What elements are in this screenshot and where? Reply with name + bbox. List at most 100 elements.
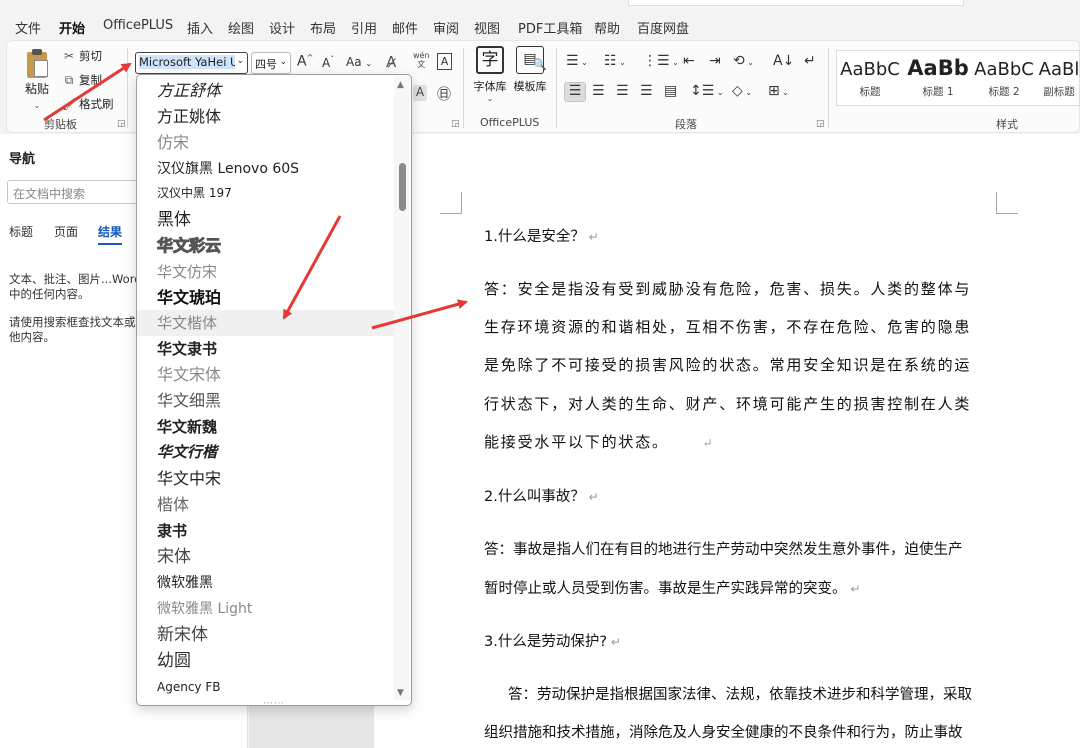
font-library-button[interactable]: 字 字体库 ⌄ <box>470 46 510 103</box>
font-option[interactable]: 汉仪旗黑 Lenovo 60S <box>137 156 395 182</box>
chinese-layout-icon[interactable]: ⟲ ⌄ <box>733 53 754 69</box>
bullets-icon[interactable]: ☰ ⌄ <box>566 53 588 69</box>
justify-icon[interactable]: ☰ <box>640 83 653 99</box>
document-line[interactable]: 2.什么叫事故？ ↵ <box>484 485 599 506</box>
template-library-button[interactable]: ▤ 🔍 模板库 <box>510 46 550 94</box>
character-border-icon[interactable]: A <box>437 53 452 70</box>
font-option[interactable]: 方正姚体 <box>137 104 395 130</box>
font-option[interactable]: 华文宋体 <box>137 362 395 388</box>
phonetic-guide-icon[interactable]: wén 文 <box>413 51 430 69</box>
font-option[interactable]: 华文楷体 <box>137 310 395 336</box>
document-line[interactable]: 能接受水平以下的状态。 ↵ <box>484 431 714 452</box>
font-option[interactable]: 楷体 <box>137 492 395 518</box>
nav-search-input[interactable]: 在文档中搜索 <box>7 180 147 204</box>
document-page[interactable] <box>374 134 1080 748</box>
font-option[interactable]: 黑体 <box>137 207 395 233</box>
tab-officeplus[interactable]: OfficePLUS <box>103 18 173 33</box>
font-list-scroll-thumb[interactable] <box>399 163 406 211</box>
tab-references[interactable]: 引用 <box>351 18 377 37</box>
change-case-button[interactable]: Aa ⌄ <box>346 55 372 69</box>
font-option[interactable]: 宋体 <box>137 544 395 570</box>
title-search-box[interactable] <box>628 0 964 6</box>
distributed-icon[interactable]: ▤ <box>664 83 677 99</box>
tab-insert[interactable]: 插入 <box>187 18 213 37</box>
document-line[interactable]: 答：安全是指没有受到威胁没有危险，危害、损失。人类的整体与 <box>484 278 971 299</box>
chevron-down-icon[interactable]: ⌄ <box>279 57 287 67</box>
tab-layout[interactable]: 布局 <box>310 18 336 37</box>
chevron-down-icon[interactable]: ⌄ <box>236 56 244 66</box>
borders-icon[interactable]: ⊞ ⌄ <box>768 83 789 99</box>
font-launcher-icon[interactable]: ◲ <box>451 119 460 129</box>
font-option[interactable]: 仿宋 <box>137 130 395 156</box>
clear-formatting-icon[interactable]: A̷ <box>386 53 396 71</box>
font-option[interactable]: 华文隶书 <box>137 336 395 362</box>
paste-dropdown-icon[interactable]: ⌄ <box>34 101 41 110</box>
nav-tab-pages[interactable]: 页面 <box>54 223 78 240</box>
enclose-characters-icon[interactable]: ㊐ <box>437 84 451 104</box>
font-option[interactable]: 方正舒体 <box>137 78 395 104</box>
font-option[interactable]: 华文新魏 <box>137 414 395 440</box>
tab-help[interactable]: 帮助 <box>594 18 620 37</box>
font-name-combobox[interactable]: Microsoft YaHei UI ⌄ <box>135 52 248 74</box>
tab-file[interactable]: 文件 <box>15 18 41 37</box>
document-line[interactable]: 3.什么是劳动保护? ↵ <box>484 630 621 651</box>
tab-design[interactable]: 设计 <box>269 18 295 37</box>
document-line[interactable]: 答：劳动保护是指根据国家法律、法规，依靠技术进步和科学管理，采取 <box>508 683 972 704</box>
shrink-font-button[interactable]: Aˇ <box>322 55 334 70</box>
multilevel-list-icon[interactable]: ⋮☰ ⌄ <box>643 53 679 69</box>
line-spacing-icon[interactable]: ↕☰ ⌄ <box>690 83 724 99</box>
decrease-indent-icon[interactable]: ⇤ <box>683 53 695 69</box>
tab-view[interactable]: 视图 <box>474 18 500 37</box>
document-line[interactable]: 答：事故是指人们在有目的地进行生产劳动中突然发生意外事件，迫使生产 <box>484 538 963 559</box>
nav-tab-headings[interactable]: 标题 <box>9 223 33 240</box>
font-option[interactable]: 华文仿宋 <box>137 259 395 285</box>
document-line[interactable]: 暂时停止或人员受到伤害。事故是生产实践异常的突变。 ↵ <box>484 577 860 598</box>
tab-review[interactable]: 审阅 <box>433 18 459 37</box>
scroll-up-icon[interactable]: ▲ <box>397 80 404 90</box>
font-option[interactable]: Agency FB <box>137 674 395 700</box>
cut-button[interactable]: ✂ 剪切 <box>62 48 102 64</box>
copy-button[interactable]: ⧉ 复制 <box>62 72 102 88</box>
document-line[interactable]: 1.什么是安全？ ↵ <box>484 225 599 246</box>
document-line[interactable]: 行状态下，对人类的生命、财产、环境可能产生的损害控制在人类 <box>484 393 971 414</box>
numbering-icon[interactable]: ☷ ⌄ <box>604 53 626 69</box>
resize-grip-icon[interactable]: ⋯⋯ <box>263 698 285 709</box>
format-painter-button[interactable]: 🖌 格式刷 <box>62 96 114 112</box>
sort-icon[interactable]: A↓ <box>773 53 794 69</box>
font-option[interactable]: 微软雅黑 <box>137 570 395 596</box>
font-option[interactable]: 华文琥珀 <box>137 285 395 311</box>
tab-baidu-netdisk[interactable]: 百度网盘 <box>637 18 689 37</box>
font-option[interactable]: 华文细黑 <box>137 388 395 414</box>
grow-font-button[interactable]: A^ <box>297 53 313 70</box>
font-option[interactable]: 华文行楷 <box>137 439 395 465</box>
paste-button[interactable]: 粘贴 ⌄ <box>18 46 56 110</box>
font-option[interactable]: 华文彩云 <box>137 233 395 259</box>
align-right-icon[interactable]: ☰ <box>616 83 629 99</box>
font-size-combobox[interactable]: 四号 ⌄ <box>251 52 291 74</box>
character-shading-icon[interactable]: A <box>413 85 427 101</box>
font-option[interactable]: 新宋体 <box>137 622 395 648</box>
increase-indent-icon[interactable]: ⇥ <box>709 53 721 69</box>
font-option[interactable]: 汉仪中黑 197 <box>137 180 395 206</box>
tab-mailings[interactable]: 邮件 <box>392 18 418 37</box>
font-option[interactable]: 幼圆 <box>137 648 395 674</box>
document-line[interactable]: 是免除了不可接受的损害风险的状态。常用安全知识是在系统的运 <box>484 354 971 375</box>
paragraph-launcher-icon[interactable]: ◲ <box>816 119 825 129</box>
tab-draw[interactable]: 绘图 <box>228 18 254 37</box>
clipboard-launcher-icon[interactable]: ◲ <box>117 119 126 129</box>
align-center-icon[interactable]: ☰ <box>592 83 605 99</box>
scroll-down-icon[interactable]: ▼ <box>397 688 404 698</box>
align-left-icon[interactable]: ☰ <box>564 82 586 102</box>
show-marks-icon[interactable]: ↵ <box>804 53 816 69</box>
font-option[interactable]: 隶书 <box>137 518 395 544</box>
style-heading-2[interactable]: AaBbC 标题 2 <box>971 51 1037 107</box>
nav-tab-results[interactable]: 结果 <box>98 223 123 245</box>
font-option[interactable]: 华文中宋 <box>137 466 395 492</box>
tab-pdf-toolbox[interactable]: PDF工具箱 <box>518 18 582 37</box>
font-option[interactable]: 微软雅黑 Light <box>137 596 395 622</box>
tab-home[interactable]: 开始 <box>59 18 85 43</box>
document-line[interactable]: 生存环境资源的和谐相处，互相不伤害，不存在危险、危害的隐患 <box>484 316 971 337</box>
style-subtitle[interactable]: AaBl 副标题 <box>1037 51 1080 107</box>
style-heading-1[interactable]: AaBb 标题 1 <box>905 51 971 107</box>
shading-icon[interactable]: ◇ ⌄ <box>732 83 752 99</box>
